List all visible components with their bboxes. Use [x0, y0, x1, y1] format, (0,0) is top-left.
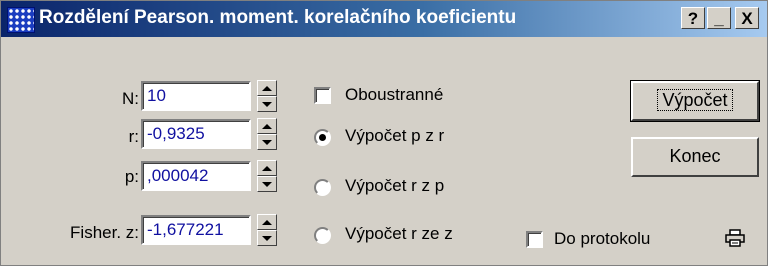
- arrow-up-icon: [262, 220, 272, 225]
- end-button-label: Konec: [669, 146, 721, 166]
- spin-up-button[interactable]: [257, 214, 277, 230]
- protocol-checkbox[interactable]: [526, 231, 543, 248]
- radio-r-from-z[interactable]: [314, 227, 331, 244]
- fisher-z-spinner[interactable]: [257, 214, 277, 246]
- arrow-up-icon: [262, 166, 272, 171]
- two-sided-checkbox[interactable]: [314, 87, 331, 104]
- radio-p-from-r-label: Výpočet p z r: [345, 126, 445, 145]
- n-spinner[interactable]: [257, 80, 277, 112]
- arrow-down-icon: [262, 182, 272, 187]
- p-input[interactable]: [141, 161, 251, 191]
- printer-icon[interactable]: [725, 229, 745, 247]
- spin-up-button[interactable]: [257, 80, 277, 96]
- app-icon: [7, 7, 35, 33]
- radio-r-from-p[interactable]: [314, 179, 331, 196]
- arrow-down-icon: [262, 140, 272, 145]
- spin-down-button[interactable]: [257, 134, 277, 150]
- fisher-z-input[interactable]: [141, 215, 251, 245]
- radio-selected-dot: [319, 134, 326, 141]
- spin-down-button[interactable]: [257, 230, 277, 246]
- radio-r-from-z-label: Výpočet r ze z: [345, 224, 453, 243]
- r-label: r:: [128, 127, 139, 146]
- arrow-up-icon: [262, 86, 272, 91]
- radio-r-from-p-label: Výpočet r z p: [345, 176, 445, 195]
- window-title: Rozdělení Pearson. moment. korelačního k…: [39, 7, 517, 28]
- title-bar[interactable]: Rozdělení Pearson. moment. korelačního k…: [1, 1, 767, 37]
- spin-up-button[interactable]: [257, 118, 277, 134]
- arrow-down-icon: [262, 236, 272, 241]
- r-input[interactable]: [141, 119, 251, 149]
- spin-down-button[interactable]: [257, 96, 277, 112]
- r-spinner[interactable]: [257, 118, 277, 150]
- help-button[interactable]: ?: [681, 7, 705, 29]
- arrow-down-icon: [262, 102, 272, 107]
- spin-down-button[interactable]: [257, 176, 277, 192]
- spin-up-button[interactable]: [257, 160, 277, 176]
- n-label: N:: [122, 89, 139, 108]
- n-input[interactable]: [141, 81, 251, 111]
- end-button[interactable]: Konec: [631, 137, 759, 177]
- radio-p-from-r[interactable]: [314, 129, 331, 146]
- compute-button[interactable]: Výpočet: [630, 80, 760, 122]
- minimize-button[interactable]: _: [707, 7, 731, 29]
- p-spinner[interactable]: [257, 160, 277, 192]
- dialog-window: Rozdělení Pearson. moment. korelačního k…: [0, 0, 768, 266]
- compute-button-label: Výpočet: [657, 89, 733, 111]
- two-sided-label: Oboustranné: [345, 85, 444, 104]
- arrow-up-icon: [262, 124, 272, 129]
- close-button[interactable]: X: [735, 7, 759, 29]
- protocol-label: Do protokolu: [554, 229, 651, 248]
- p-label: p:: [124, 167, 139, 186]
- fisher-z-label: Fisher. z:: [70, 223, 139, 242]
